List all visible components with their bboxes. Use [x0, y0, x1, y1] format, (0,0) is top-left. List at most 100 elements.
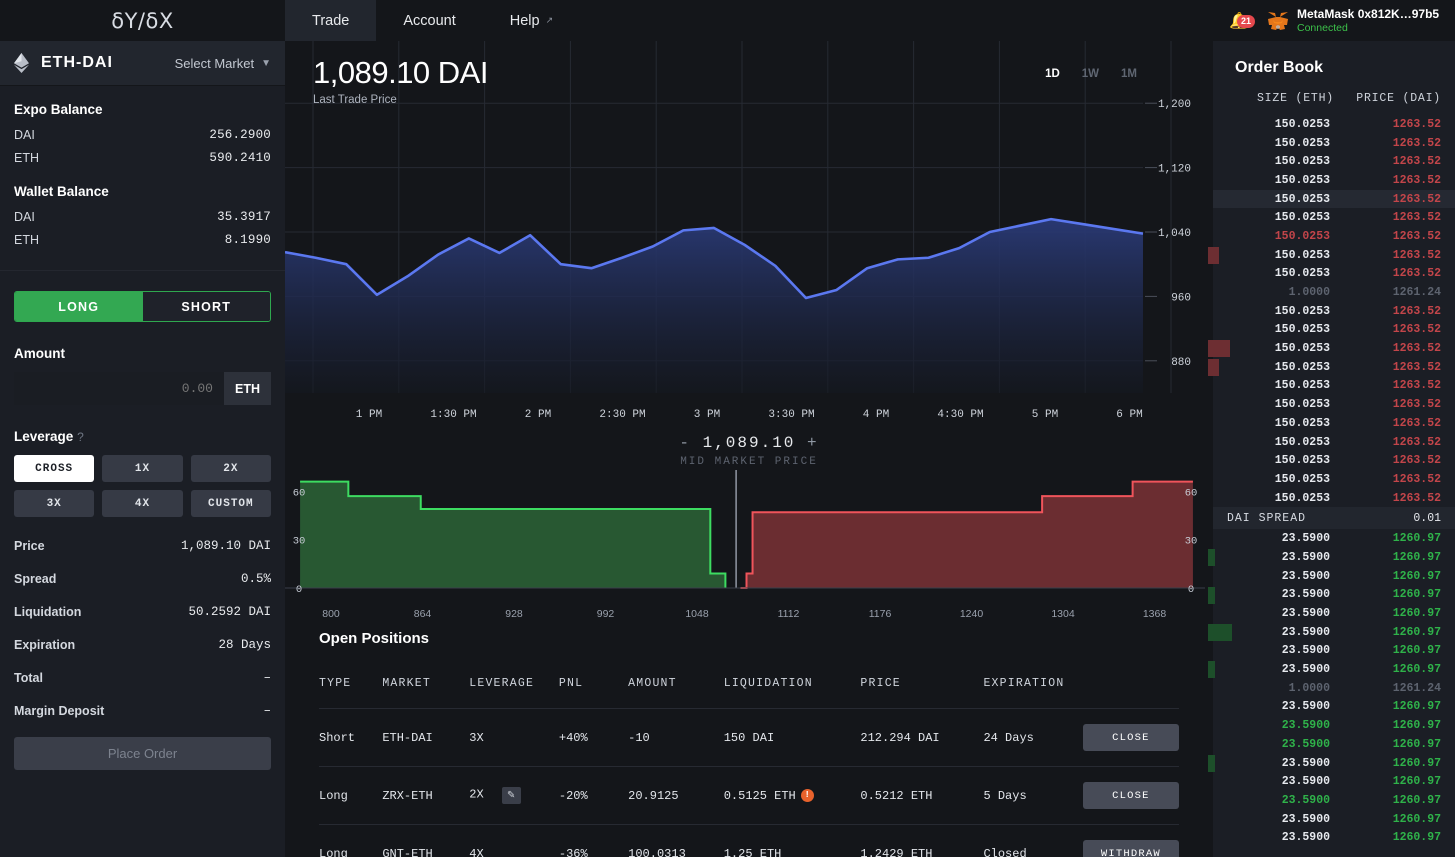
leverage-label: Leverage ? [14, 429, 271, 444]
order-size: 23.5900 [1227, 607, 1338, 620]
amount-input[interactable] [14, 372, 224, 405]
help-icon[interactable]: ? [77, 430, 84, 444]
order-book-ask-row[interactable]: 150.02531263.52 [1213, 302, 1455, 321]
order-book-bid-row[interactable]: 23.59001260.97 [1213, 810, 1455, 829]
order-price: 1260.97 [1338, 644, 1441, 657]
balance-value: 256.2900 [209, 128, 271, 142]
svg-text:1,200: 1,200 [1158, 99, 1191, 111]
long-button[interactable]: LONG [15, 292, 143, 321]
last-trade-caption: Last Trade Price [313, 94, 488, 106]
balance-value: 35.3917 [217, 210, 271, 224]
mid-market-value: 1,089.10 [703, 434, 796, 452]
balance-asset: ETH [14, 151, 39, 165]
amount-label: Amount [14, 346, 271, 361]
price-chart[interactable]: 1,2001,1201,0409608801 PM1:30 PM2 PM2:30… [285, 41, 1213, 431]
order-book-ask-row[interactable]: 150.02531263.52 [1213, 339, 1455, 358]
order-book-bid-row[interactable]: 23.59001260.97 [1213, 698, 1455, 717]
app-logo[interactable]: δY/δX [0, 0, 285, 41]
order-book-ask-row[interactable]: 150.02531263.52 [1213, 358, 1455, 377]
order-book-ask-row[interactable]: 150.02531263.52 [1213, 265, 1455, 284]
nav-item-trade[interactable]: Trade [285, 0, 376, 41]
order-book-ask-row[interactable]: 150.02531263.52 [1213, 246, 1455, 265]
balance-row: DAI 35.3917 [14, 210, 271, 224]
order-book-ask-row[interactable]: 150.02531263.52 [1213, 152, 1455, 171]
leverage-option-4x[interactable]: 4X [102, 490, 182, 517]
order-book-ask-row[interactable]: 150.02531263.52 [1213, 190, 1455, 209]
edit-pencil-icon[interactable]: ✎ [502, 787, 521, 804]
nav-item-help[interactable]: Help ↗ [483, 0, 580, 41]
order-book-bid-row[interactable]: 23.59001260.97 [1213, 716, 1455, 735]
order-price: 1261.24 [1338, 286, 1441, 299]
order-size: 150.0253 [1227, 137, 1338, 150]
place-order-button[interactable]: Place Order [14, 737, 271, 770]
order-book-ask-row[interactable]: 150.02531263.52 [1213, 227, 1455, 246]
timeframe-1m[interactable]: 1M [1121, 68, 1137, 80]
order-size: 150.0253 [1227, 323, 1338, 336]
order-size: 150.0253 [1227, 230, 1338, 243]
wallet-name: MetaMask 0x812K…97b5 [1297, 7, 1439, 21]
order-book-bid-row[interactable]: 23.59001260.97 [1213, 642, 1455, 661]
position-expiration: 5 Days [983, 767, 1082, 825]
order-book-bid-row[interactable]: 23.59001260.97 [1213, 828, 1455, 847]
position-leverage: 4X [469, 825, 559, 857]
order-book-bid-row[interactable]: 23.59001260.97 [1213, 529, 1455, 548]
order-book-ask-row[interactable]: 150.02531263.52 [1213, 171, 1455, 190]
order-book-bid-row[interactable]: 23.59001260.97 [1213, 791, 1455, 810]
main-content: Trade Account Help ↗ 1,2001,1201,0409608… [285, 0, 1213, 857]
order-book-ask-row[interactable]: 150.02531263.52 [1213, 115, 1455, 134]
table-header-row: TYPEMARKETLEVERAGEPNLAMOUNTLIQUIDATIONPR… [319, 677, 1179, 709]
order-book-bid-row[interactable]: 23.59001260.97 [1213, 660, 1455, 679]
amount-unit-button[interactable]: ETH [224, 372, 271, 405]
position-pnl: -36% [559, 825, 628, 857]
order-book-bid-row[interactable]: 23.59001260.97 [1213, 567, 1455, 586]
order-price: 1263.52 [1338, 211, 1441, 224]
decrease-price-button[interactable]: - [679, 434, 691, 452]
wallet-info[interactable]: MetaMask 0x812K…97b5 Connected [1297, 7, 1439, 34]
order-book-bid-row[interactable]: 23.59001260.97 [1213, 548, 1455, 567]
order-book-ask-row[interactable]: 150.02531263.52 [1213, 395, 1455, 414]
order-book-bid-row[interactable]: 23.59001260.97 [1213, 586, 1455, 605]
short-button[interactable]: SHORT [143, 292, 271, 321]
order-book-ask-row[interactable]: 150.02531263.52 [1213, 470, 1455, 489]
leverage-option-custom[interactable]: CUSTOM [191, 490, 271, 517]
order-book-ask-row[interactable]: 1.00001261.24 [1213, 283, 1455, 302]
leverage-option-1x[interactable]: 1X [102, 455, 182, 482]
external-link-icon: ↗ [546, 15, 554, 26]
order-book-bid-row[interactable]: 23.59001260.97 [1213, 754, 1455, 773]
depth-bar [1208, 340, 1230, 357]
close-position-button[interactable]: CLOSE [1083, 724, 1179, 751]
order-book-ask-row[interactable]: 150.02531263.52 [1213, 321, 1455, 340]
order-book-bid-row[interactable]: 1.00001261.24 [1213, 679, 1455, 698]
timeframe-1d[interactable]: 1D [1045, 68, 1060, 80]
leverage-option-2x[interactable]: 2X [191, 455, 271, 482]
balance-row: ETH 590.2410 [14, 151, 271, 165]
order-book-bid-row[interactable]: 23.59001260.97 [1213, 772, 1455, 791]
timeframe-1w[interactable]: 1W [1082, 68, 1099, 80]
order-book-ask-row[interactable]: 150.02531263.52 [1213, 134, 1455, 153]
order-book-bid-row[interactable]: 23.59001260.97 [1213, 735, 1455, 754]
order-book-ask-row[interactable]: 150.02531263.52 [1213, 377, 1455, 396]
order-book-ask-row[interactable]: 150.02531263.52 [1213, 489, 1455, 508]
chevron-down-icon: ▼ [261, 58, 271, 69]
increase-price-button[interactable]: + [807, 434, 819, 452]
expo-balance-title: Expo Balance [14, 102, 271, 117]
order-book-ask-row[interactable]: 150.02531263.52 [1213, 414, 1455, 433]
ethereum-diamond-icon [14, 53, 29, 73]
position-market: ZRX-ETH [382, 767, 469, 825]
select-market-dropdown[interactable]: Select Market ▼ [175, 56, 271, 71]
order-book-ask-row[interactable]: 150.02531263.52 [1213, 208, 1455, 227]
notifications-button[interactable]: 🔔 21 [1217, 11, 1261, 31]
leverage-option-3x[interactable]: 3X [14, 490, 94, 517]
leverage-option-cross[interactable]: CROSS [14, 455, 94, 482]
depth-chart[interactable]: 0030306060 [285, 468, 1213, 608]
close-position-button[interactable]: CLOSE [1083, 782, 1179, 809]
nav-item-account[interactable]: Account [376, 0, 482, 41]
metamask-fox-icon [1267, 11, 1289, 31]
order-book-ask-row[interactable]: 150.02531263.52 [1213, 433, 1455, 452]
withdraw-position-button[interactable]: WITHDRAW [1083, 840, 1179, 857]
order-price: 1263.52 [1338, 230, 1441, 243]
order-book-ask-row[interactable]: 150.02531263.52 [1213, 451, 1455, 470]
order-book-bid-row[interactable]: 23.59001260.97 [1213, 604, 1455, 623]
order-book-bid-row[interactable]: 23.59001260.97 [1213, 623, 1455, 642]
depth-bar [1208, 755, 1215, 772]
